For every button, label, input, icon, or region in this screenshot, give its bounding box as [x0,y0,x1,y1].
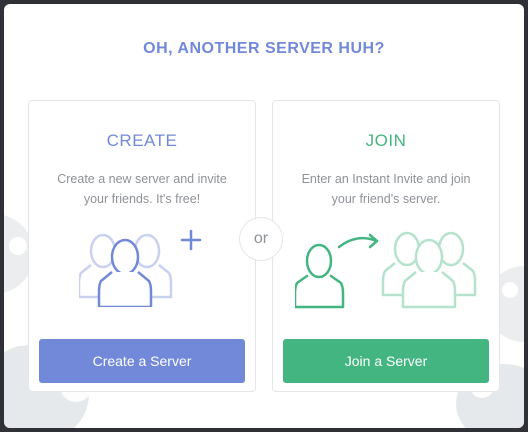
join-server-button[interactable]: Join a Server [283,339,489,383]
join-heading: JOIN [365,131,407,150]
or-separator: or [239,217,283,261]
create-heading: CREATE [106,131,178,150]
user-arrow-group-icon [295,231,477,309]
join-description: Enter an Instant Invite and join your fr… [301,172,471,206]
create-description: Create a new server and invite your frie… [57,172,227,206]
modal-title: OH, ANOTHER SERVER HUH? [143,40,385,57]
create-or-join-modal: OH, ANOTHER SERVER HUH? CREATE Create a … [4,4,524,428]
join-card: JOIN Enter an Instant Invite and join yo… [272,100,500,392]
create-card: CREATE Create a new server and invite yo… [28,100,256,392]
users-plus-icon [79,229,202,307]
create-server-button[interactable]: Create a Server [39,339,245,383]
